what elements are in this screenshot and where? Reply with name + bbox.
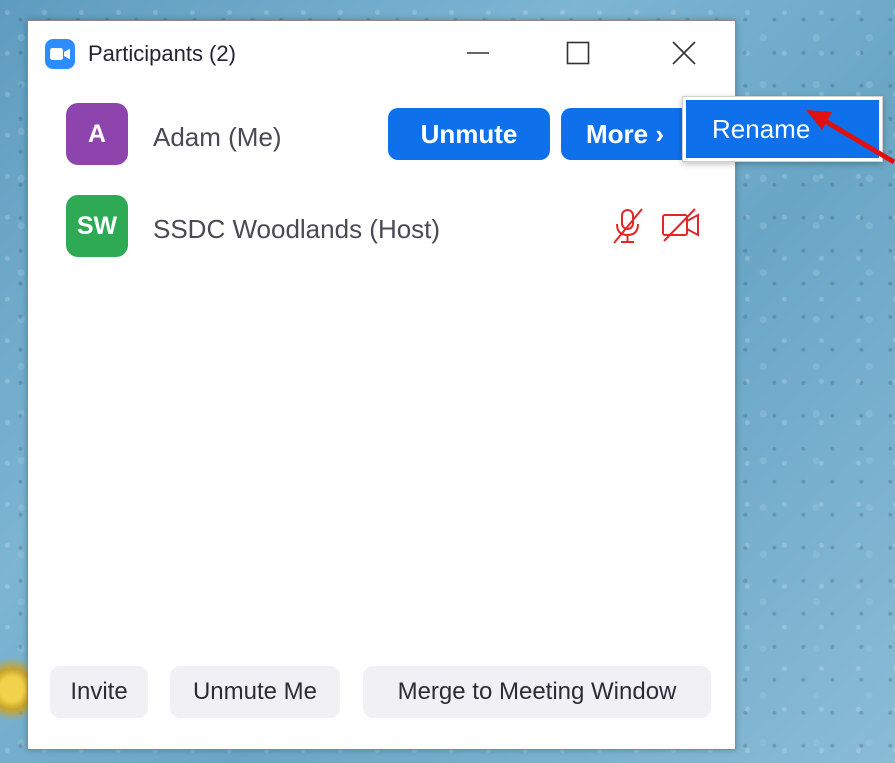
minimize-button[interactable] xyxy=(456,33,500,73)
zoom-app-icon xyxy=(45,39,75,69)
video-off-icon xyxy=(661,207,701,248)
maximize-button[interactable] xyxy=(556,33,600,73)
participant-row-ssdc-woodlands[interactable]: SW SSDC Woodlands (Host) xyxy=(28,193,735,263)
close-button[interactable] xyxy=(662,33,706,73)
invite-button[interactable]: Invite xyxy=(50,666,148,718)
avatar: SW xyxy=(66,195,128,257)
avatar: A xyxy=(66,103,128,165)
title-bar[interactable]: Participants (2) xyxy=(28,21,735,85)
unmute-me-button[interactable]: Unmute Me xyxy=(170,666,340,718)
annotation-arrow-icon xyxy=(806,110,895,165)
unmute-button[interactable]: Unmute xyxy=(388,108,550,160)
participant-row-adam[interactable]: A Adam (Me) Unmute More › xyxy=(28,101,735,171)
participant-name: Adam (Me) xyxy=(153,122,282,152)
merge-to-meeting-window-button[interactable]: Merge to Meeting Window xyxy=(363,666,711,718)
mic-off-icon xyxy=(610,207,646,250)
more-button[interactable]: More › xyxy=(561,108,691,160)
participant-name: SSDC Woodlands (Host) xyxy=(153,214,441,244)
window-title: Participants (2) xyxy=(88,41,236,66)
participants-window: Participants (2) A Adam (Me) Unmute More… xyxy=(27,20,736,750)
